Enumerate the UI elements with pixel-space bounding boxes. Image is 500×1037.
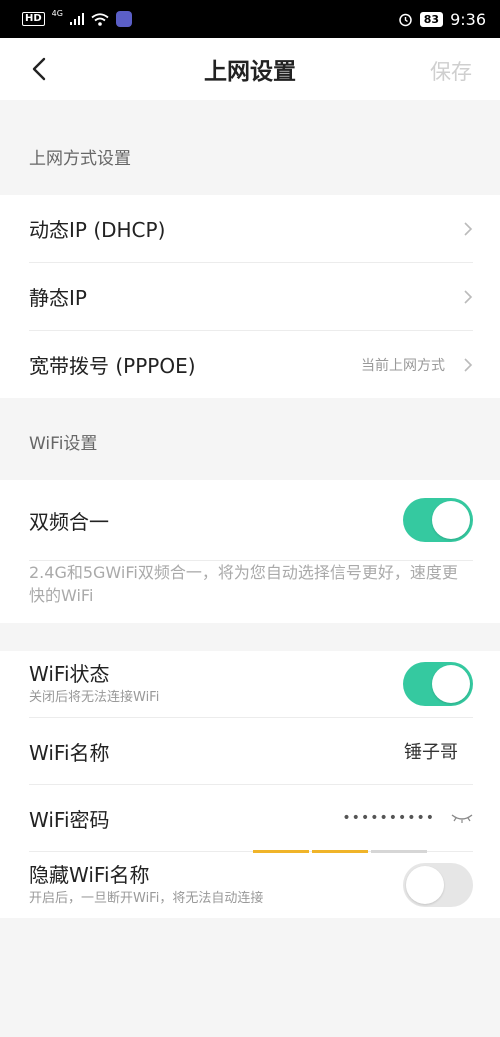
hide-ssid-label: 隐藏WiFi名称 — [29, 863, 150, 887]
section-label-connection: 上网方式设置 — [29, 149, 131, 169]
back-button[interactable] — [22, 52, 56, 86]
wifi-name-label: WiFi名称 — [29, 740, 110, 765]
wifi-password-value[interactable]: •••••••••• — [342, 810, 435, 826]
wifi-password-row[interactable]: WiFi密码 •••••••••• — [29, 785, 473, 853]
battery-indicator: 83 — [419, 11, 444, 27]
hide-ssid-toggle[interactable] — [403, 863, 473, 907]
dual-band-label: 双频合一 — [29, 509, 109, 534]
hide-ssid-row: 隐藏WiFi名称 开启后，一旦断开WiFi，将无法自动连接 — [29, 852, 473, 918]
section-label-wifi: WiFi设置 — [29, 434, 98, 454]
list-item-pppoe[interactable]: 宽带拨号 (PPPOE) 当前上网方式 — [29, 331, 473, 398]
status-bar: HD 4G 83 9:36 — [0, 0, 500, 38]
wifi-status-label: WiFi状态 — [29, 662, 110, 686]
eye-closed-icon[interactable] — [451, 812, 473, 824]
list-item-label: 动态IP (DHCP) — [29, 218, 166, 242]
status-left: HD 4G — [22, 8, 132, 27]
list-item-label: 静态IP — [29, 286, 87, 310]
current-method-hint: 当前上网方式 — [361, 357, 445, 374]
chevron-right-icon — [464, 357, 473, 372]
list-item-static-ip[interactable]: 静态IP — [29, 263, 473, 331]
alarm-icon — [399, 13, 412, 26]
dual-band-description: 2.4G和5GWiFi双频合一，将为您自动选择信号更好，速度更快的WiFi — [29, 563, 458, 605]
nav-bar: 上网设置 保存 — [0, 38, 500, 100]
hide-ssid-sub: 开启后，一旦断开WiFi，将无法自动连接 — [29, 891, 264, 906]
wifi-status-row: WiFi状态 关闭后将无法连接WiFi — [29, 651, 473, 718]
toggle-knob — [432, 665, 470, 703]
toggle-knob — [432, 501, 470, 539]
app-notification-icon — [115, 11, 132, 27]
toggle-knob — [406, 866, 444, 904]
network-type: 4G — [51, 8, 63, 18]
dual-band-card: 双频合一 2.4G和5GWiFi双频合一，将为您自动选择信号更好，速度更快的Wi… — [0, 480, 500, 623]
hd-badge: HD — [22, 12, 45, 26]
wifi-password-label: WiFi密码 — [29, 807, 110, 832]
signal-icon — [69, 13, 84, 25]
chevron-right-icon — [464, 289, 473, 304]
save-button[interactable]: 保存 — [430, 56, 472, 86]
wifi-settings-list: WiFi状态 关闭后将无法连接WiFi WiFi名称 锤子哥 WiFi密码 ••… — [0, 651, 500, 918]
connection-list: 动态IP (DHCP) 静态IP 宽带拨号 (PPPOE) 当前上网方式 — [0, 195, 500, 398]
chevron-left-icon — [32, 57, 46, 81]
wifi-status-toggle[interactable] — [403, 662, 473, 706]
list-item-label: 宽带拨号 (PPPOE) — [29, 354, 196, 378]
section-gap — [0, 623, 500, 651]
wifi-status-sub: 关闭后将无法连接WiFi — [29, 690, 160, 705]
clock: 9:36 — [450, 9, 486, 29]
dual-band-row: 双频合一 — [29, 480, 473, 561]
status-right: 83 9:36 — [398, 10, 486, 29]
chevron-right-icon — [464, 221, 473, 236]
wifi-name-value[interactable]: 锤子哥 — [404, 738, 458, 764]
dual-band-toggle[interactable] — [403, 498, 473, 542]
wifi-icon — [91, 12, 109, 26]
wifi-name-row[interactable]: WiFi名称 锤子哥 — [29, 718, 473, 785]
page-title: 上网设置 — [204, 59, 296, 85]
list-item-dhcp[interactable]: 动态IP (DHCP) — [29, 195, 473, 263]
